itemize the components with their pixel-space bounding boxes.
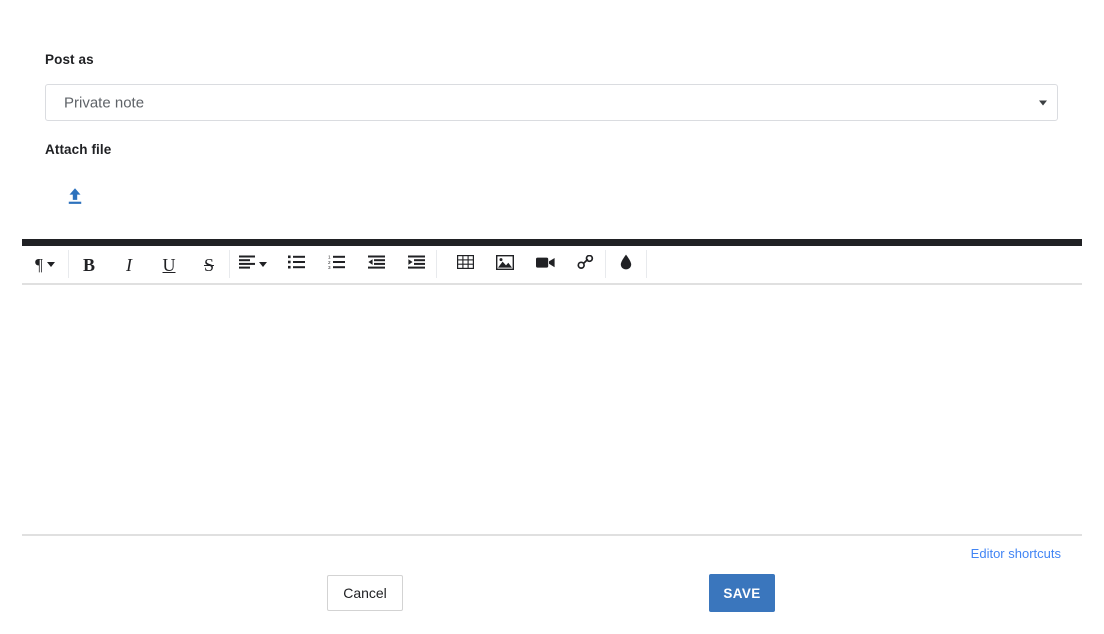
align-left-icon	[239, 255, 255, 274]
text-color-button[interactable]	[606, 245, 646, 284]
bullet-list-icon	[287, 255, 305, 274]
strikethrough-icon: S	[203, 254, 214, 275]
insert-image-button[interactable]	[485, 245, 525, 284]
underline-button[interactable]: U	[149, 245, 189, 284]
save-button[interactable]: SAVE	[709, 574, 775, 612]
underline-icon: U	[162, 254, 176, 275]
editor-bottom-divider	[22, 534, 1082, 536]
image-icon	[495, 254, 515, 275]
video-camera-icon	[535, 256, 555, 274]
svg-text:1: 1	[328, 255, 331, 260]
strikethrough-button[interactable]: S	[189, 245, 229, 284]
link-icon	[576, 254, 594, 274]
toolbar-group-paragraph: ¶	[22, 246, 68, 283]
toolbar-group-inline-styles: B I U S	[69, 246, 229, 283]
outdent-button[interactable]	[356, 245, 396, 284]
editor-shortcuts-link[interactable]: Editor shortcuts	[971, 546, 1061, 561]
indent-icon	[407, 255, 425, 274]
align-dropdown[interactable]	[230, 245, 276, 284]
italic-icon: I	[126, 254, 132, 275]
ordered-list-button[interactable]: 1 2 3	[316, 245, 356, 284]
post-as-label: Post as	[45, 52, 94, 67]
post-as-selected-value: Private note	[64, 94, 145, 111]
indent-button[interactable]	[396, 245, 436, 284]
chevron-down-icon	[46, 262, 55, 267]
italic-button[interactable]: I	[109, 245, 149, 284]
svg-text:3: 3	[328, 265, 331, 269]
editor-content-area[interactable]	[22, 287, 1082, 533]
toolbar-group-color	[606, 246, 646, 283]
unordered-list-button[interactable]	[276, 245, 316, 284]
toolbar-group-inserts	[437, 246, 605, 283]
chevron-down-icon	[1039, 100, 1047, 105]
editor-page: Post as Private note Attach file ¶ B I U…	[0, 0, 1104, 634]
paragraph-format-dropdown[interactable]: ¶	[22, 245, 68, 284]
insert-video-button[interactable]	[525, 245, 565, 284]
paragraph-icon: ¶	[35, 255, 43, 274]
upload-icon	[64, 185, 86, 212]
outdent-icon	[367, 255, 385, 274]
toolbar-separator	[646, 250, 647, 278]
editor-toolbar: ¶ B I U S 1 2 3	[22, 246, 1082, 285]
bold-button[interactable]: B	[69, 245, 109, 284]
attach-file-label: Attach file	[45, 142, 112, 157]
insert-table-button[interactable]	[445, 245, 485, 284]
toolbar-group-structure: 1 2 3	[230, 246, 436, 283]
bold-icon: B	[82, 254, 95, 275]
insert-link-button[interactable]	[565, 245, 605, 284]
upload-file-button[interactable]	[62, 185, 88, 211]
chevron-down-icon	[259, 262, 267, 267]
cancel-button[interactable]: Cancel	[327, 575, 403, 611]
post-as-select[interactable]: Private note	[45, 84, 1058, 121]
droplet-icon	[620, 254, 632, 275]
table-icon	[456, 255, 474, 274]
numbered-list-icon: 1 2 3	[328, 255, 345, 274]
